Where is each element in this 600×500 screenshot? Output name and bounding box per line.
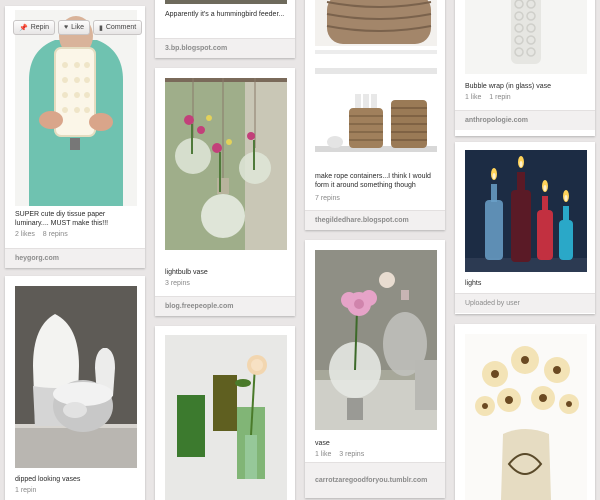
pin-image[interactable]: [165, 0, 287, 4]
vases-photo: [15, 286, 137, 468]
pin-card-vase[interactable]: vase 1 like 3 repins carrotzaregoodforyo…: [305, 240, 445, 498]
bubble-wrap-photo: [465, 0, 587, 74]
pin-stats: 1 like 1 repin: [465, 94, 517, 101]
vase-photo: [315, 250, 437, 430]
pin-source-link[interactable]: carrotzaregoodforyou.tumblr.com: [305, 462, 445, 498]
pin-card-daisies[interactable]: [455, 324, 595, 500]
pin-description: SUPER cute diy tissue paper luminary....…: [15, 211, 109, 227]
rope-top-photo: [315, 0, 437, 46]
likes-count: 1 like: [465, 94, 482, 101]
pin-description: lightbulb vase: [165, 269, 208, 276]
repin-label: Repin: [30, 24, 50, 31]
pin-description: Bubble wrap (in glass) vase: [465, 83, 551, 90]
comment-button[interactable]: ▮ Comment: [93, 20, 143, 35]
pin-icon: 📌: [19, 24, 28, 32]
pin-stats: 2 likes 8 repins: [15, 231, 74, 238]
repins-count: 3 repins: [339, 451, 365, 458]
pin-image[interactable]: [315, 50, 437, 164]
pin-source-link[interactable]: Uploaded by user: [455, 293, 595, 313]
repins-count: 3 repins: [165, 280, 190, 287]
bottles-photo: [165, 335, 287, 500]
pin-actions: 📌 Repin ♥ Like ▮ Comment: [13, 20, 143, 35]
pin-image[interactable]: [15, 286, 137, 468]
like-label: Like: [71, 24, 85, 31]
pin-card-lights[interactable]: lights Uploaded by user: [455, 142, 595, 314]
pin-card-lightbulb[interactable]: lightbulb vase 3 repins blog.freepeople.…: [155, 68, 295, 316]
pin-image[interactable]: [315, 0, 437, 46]
repins-count: 1 repin: [15, 487, 37, 494]
lights-photo: [465, 150, 587, 272]
repins-count: 7 repins: [315, 195, 340, 202]
pin-card-green-bottles[interactable]: [155, 326, 295, 500]
pin-stats: 7 repins: [315, 195, 346, 202]
pin-stats: 1 like 3 repins: [315, 451, 370, 458]
pin-source-link[interactable]: blog.freepeople.com: [155, 296, 295, 316]
pin-description: make rope containers...I think I would f…: [315, 173, 431, 189]
comment-label: Comment: [105, 24, 137, 31]
pin-image[interactable]: [465, 150, 587, 272]
pin-image[interactable]: [315, 250, 437, 430]
pin-stats: 1 repin: [15, 487, 42, 494]
like-button[interactable]: ♥ Like: [58, 20, 91, 35]
pin-card-bubble-wrap[interactable]: Bubble wrap (in glass) vase 1 like 1 rep…: [455, 0, 595, 136]
lightbulb-photo: [165, 78, 287, 250]
pin-image[interactable]: [165, 78, 287, 250]
repins-count: 8 repins: [42, 231, 68, 238]
likes-count: 1 like: [315, 451, 332, 458]
pin-card-white-vases[interactable]: dipped looking vases 1 repin: [5, 276, 145, 500]
pin-stats: 3 repins: [165, 280, 196, 287]
pin-card-luminary[interactable]: 📌 Repin ♥ Like ▮ Comment SUPER cute diy …: [5, 6, 145, 268]
daisies-photo: [465, 334, 587, 500]
rope-containers-photo: [315, 50, 437, 164]
pin-card-hummingbird[interactable]: Apparently it's a hummingbird feeder... …: [155, 0, 295, 58]
pin-description: lights: [465, 280, 482, 287]
pin-image[interactable]: [15, 10, 137, 206]
pin-image[interactable]: [465, 334, 587, 500]
pin-description: vase: [315, 440, 330, 447]
pin-description: dipped looking vases: [15, 476, 81, 483]
heart-icon: ♥: [64, 24, 69, 31]
pin-card-rope[interactable]: make rope containers...I think I would f…: [305, 0, 445, 230]
hummingbird-photo: [165, 0, 287, 4]
pin-image[interactable]: [465, 0, 587, 74]
likes-count: 2 likes: [15, 231, 35, 238]
pin-source-link[interactable]: heygorg.com: [5, 248, 145, 268]
pin-description: Apparently it's a hummingbird feeder...: [165, 11, 285, 18]
comment-icon: ▮: [99, 24, 103, 32]
repins-count: 1 repin: [489, 94, 511, 101]
pin-source-link[interactable]: 3.bp.blogspot.com: [155, 38, 295, 58]
pin-source-link[interactable]: thegildedhare.blogspot.com: [305, 210, 445, 230]
repin-button[interactable]: 📌 Repin: [13, 20, 56, 35]
pin-source-link[interactable]: anthropologie.com: [455, 110, 595, 130]
luminary-photo: [15, 10, 137, 206]
pin-image[interactable]: [165, 335, 287, 500]
